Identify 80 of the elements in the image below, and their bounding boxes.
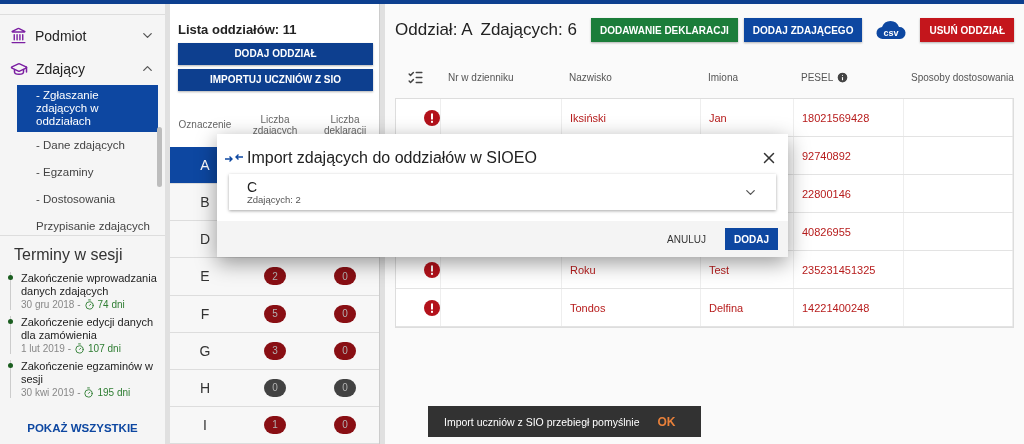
- student-count: Zdających: 6: [480, 20, 578, 40]
- class-row[interactable]: G 3 0: [170, 332, 379, 370]
- nav-subitem[interactable]: - Dane zdających: [36, 132, 158, 159]
- timeline-dot: [8, 363, 13, 368]
- deadline-date: 1 lut 2019 -: [21, 343, 72, 354]
- count-badge: 0: [334, 267, 356, 286]
- column-header: Nr w dzienniku: [448, 71, 514, 83]
- action-button[interactable]: DODAJ ODDZIAŁ: [178, 43, 373, 65]
- class-title: Oddział: A: [395, 20, 473, 40]
- column-header: Oznaczenie: [177, 119, 233, 131]
- bank-icon: [10, 27, 27, 44]
- count-badge: 0: [334, 304, 356, 323]
- count-badge: 3: [264, 341, 286, 360]
- info-icon: [836, 70, 850, 84]
- panel-title: C: [247, 179, 259, 194]
- add-button[interactable]: DODAJ: [725, 228, 778, 250]
- table-cell: Delfina: [709, 301, 744, 314]
- snackbar-message: Import uczniów z SIO przebiegł pomyślnie: [444, 415, 640, 428]
- cancel-button[interactable]: ANULUJ: [658, 228, 715, 250]
- table-cell: 14221400248: [802, 301, 870, 314]
- days-remaining: 195 dni: [97, 387, 131, 398]
- deadline-title: Zakończenie edycji danych dla zamówienia: [21, 316, 155, 342]
- nav-subitem[interactable]: - Zgłaszanie zdających w oddziałach: [17, 85, 158, 132]
- column-header: Sposoby dostosowania: [911, 71, 1014, 83]
- scrollbar-thumb[interactable]: [157, 127, 162, 187]
- class-list-title: Lista oddziałów: 11: [177, 21, 298, 39]
- swap-arrows-icon: [225, 153, 243, 163]
- timeline-dot: [8, 275, 13, 280]
- deadline-date: 30 gru 2018 -: [21, 299, 81, 310]
- nav-item[interactable]: Podmiot: [0, 19, 165, 52]
- action-button[interactable]: USUŃ ODDZIAŁ: [920, 18, 1014, 42]
- count-badge: 0: [264, 378, 286, 397]
- timer-icon: [83, 387, 95, 398]
- count-badge: 1: [264, 415, 286, 434]
- table-cell: Test: [709, 263, 730, 276]
- count-badge: 0: [334, 341, 356, 360]
- panel-subtitle: Zdających: 2: [247, 193, 302, 205]
- section-title: Terminy w sesji: [14, 246, 124, 264]
- cloud-icon: csv: [876, 20, 907, 40]
- ok-button[interactable]: OK: [657, 414, 676, 429]
- class-row[interactable]: E 2 0: [170, 258, 379, 296]
- class-row[interactable]: F 5 0: [170, 295, 379, 333]
- column-header: Liczba deklaracji: [322, 113, 368, 136]
- deadline-title: Zakończenie egzaminów w sesji: [21, 360, 155, 386]
- table-cell: 22800146: [802, 187, 851, 200]
- deadline-title: Zakończenie wprowadzania danych zdających: [21, 272, 157, 298]
- days-remaining: 74 dni: [97, 299, 125, 310]
- count-badge: 5: [264, 304, 286, 323]
- count-badge: 0: [334, 415, 356, 434]
- table-cell: Roku: [570, 263, 596, 276]
- count-badge: 2: [264, 267, 286, 286]
- count-badge: 0: [334, 378, 356, 397]
- action-button[interactable]: DODAJ ZDAJĄCEGO: [743, 18, 863, 42]
- nav-subitem[interactable]: Przypisanie zdających: [36, 213, 158, 240]
- days-remaining: 107 dni: [88, 343, 121, 354]
- action-button[interactable]: IMPORTUJ UCZNIÓW Z SIO: [178, 68, 373, 91]
- show-all-link[interactable]: POKAŻ WSZYSTKIE: [8, 422, 157, 434]
- table-cell: Jan: [709, 111, 727, 124]
- csv-button[interactable]: csv: [868, 18, 915, 42]
- class-row[interactable]: I 1 0: [170, 406, 379, 444]
- table-cell: 92740892: [802, 149, 851, 162]
- nav-subitem[interactable]: - Dostosowania: [36, 186, 158, 213]
- nav-subitem[interactable]: - Egzaminy: [36, 159, 158, 186]
- dialog-title: Import zdających do oddziałów w SIOEO: [247, 149, 538, 167]
- class-row[interactable]: H 0 0: [170, 369, 379, 407]
- nav-item[interactable]: Zdający: [0, 52, 165, 85]
- timer-icon: [83, 299, 95, 310]
- table-cell: 18021569428: [802, 111, 870, 124]
- class-panel[interactable]: C Zdających: 2: [229, 174, 776, 210]
- table-cell: Tondos: [570, 301, 606, 314]
- table-cell: Iksiński: [570, 111, 607, 124]
- column-header: Imiona: [708, 71, 738, 83]
- table-cell: 235231451325: [802, 263, 876, 276]
- table-cell: 40826955: [802, 225, 851, 238]
- deadline-date: 30 kwi 2019 -: [21, 387, 81, 398]
- timeline-dot: [8, 319, 13, 324]
- action-button[interactable]: DODAWANIE DEKLARACJI: [590, 18, 738, 42]
- timer-icon: [74, 343, 86, 354]
- column-header: PESEL: [801, 71, 834, 83]
- column-header: Nazwisko: [569, 71, 612, 83]
